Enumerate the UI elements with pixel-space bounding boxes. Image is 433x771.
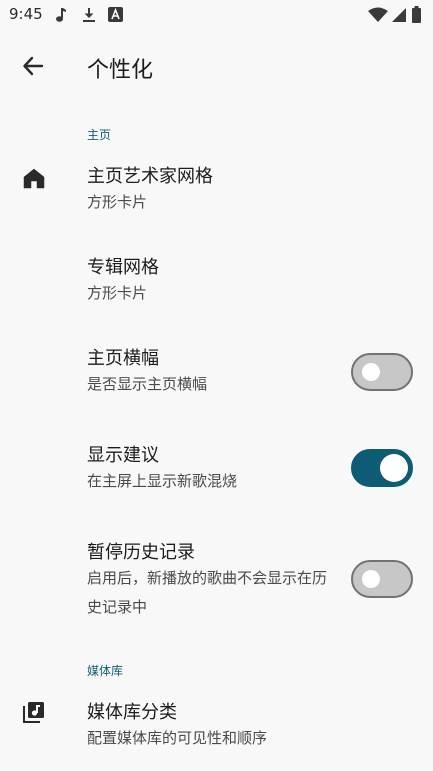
setting-title: 显示建议 xyxy=(87,445,159,466)
setting-subtitle: 启用后，新播放的歌曲不会显示在历史记录中 xyxy=(87,569,328,616)
text-a-icon xyxy=(108,7,123,26)
setting-album-grid[interactable]: 专辑网格 方形卡片 xyxy=(0,241,433,317)
battery-icon xyxy=(412,6,421,27)
switch-thumb xyxy=(362,363,380,381)
setting-title: 主页横幅 xyxy=(87,348,159,369)
page-title: 个性化 xyxy=(87,58,154,83)
switch-thumb xyxy=(362,570,380,588)
back-button[interactable] xyxy=(14,50,52,86)
setting-subtitle: 是否显示主页横幅 xyxy=(87,375,208,393)
wifi-icon xyxy=(368,7,388,27)
switch-thumb xyxy=(380,454,408,482)
setting-library-categories[interactable]: 媒体库分类 配置媒体库的可见性和顺序 xyxy=(0,686,433,762)
setting-subtitle: 方形卡片 xyxy=(87,193,148,211)
music-note-icon xyxy=(55,7,67,27)
setting-pause-history[interactable]: 暂停历史记录 启用后，新播放的歌曲不会显示在历史记录中 xyxy=(0,526,433,626)
setting-title: 专辑网格 xyxy=(87,257,159,278)
arrow-back-icon xyxy=(22,55,44,81)
setting-subtitle: 方形卡片 xyxy=(87,284,148,302)
setting-show-suggestions[interactable]: 显示建议 在主屏上显示新歌混烧 xyxy=(0,429,433,505)
setting-home-artist-grid[interactable]: 主页艺术家网格 方形卡片 xyxy=(0,150,433,226)
home-banner-switch[interactable] xyxy=(351,353,413,391)
setting-title: 暂停历史记录 xyxy=(87,542,195,563)
setting-subtitle: 在主屏上显示新歌混烧 xyxy=(87,472,238,490)
status-bar: 9:45 xyxy=(0,0,433,30)
home-icon xyxy=(20,164,48,192)
pause-history-switch[interactable] xyxy=(351,560,413,598)
download-icon xyxy=(82,7,96,27)
status-time: 9:45 xyxy=(9,5,43,23)
section-header-home: 主页 xyxy=(87,128,112,142)
signal-icon xyxy=(392,7,407,27)
suggestions-switch[interactable] xyxy=(351,449,413,487)
setting-title: 媒体库分类 xyxy=(87,702,177,723)
section-header-library: 媒体库 xyxy=(87,664,124,678)
personalization-screen: 9:45 个性化 主页 主页艺术家网格 方形卡片 专辑网格 方形卡片 主页横幅 … xyxy=(0,0,433,771)
setting-title: 主页艺术家网格 xyxy=(87,166,213,187)
setting-subtitle: 配置媒体库的可见性和顺序 xyxy=(87,729,268,747)
setting-home-banner[interactable]: 主页横幅 是否显示主页横幅 xyxy=(0,332,433,408)
library-music-icon xyxy=(20,698,48,726)
